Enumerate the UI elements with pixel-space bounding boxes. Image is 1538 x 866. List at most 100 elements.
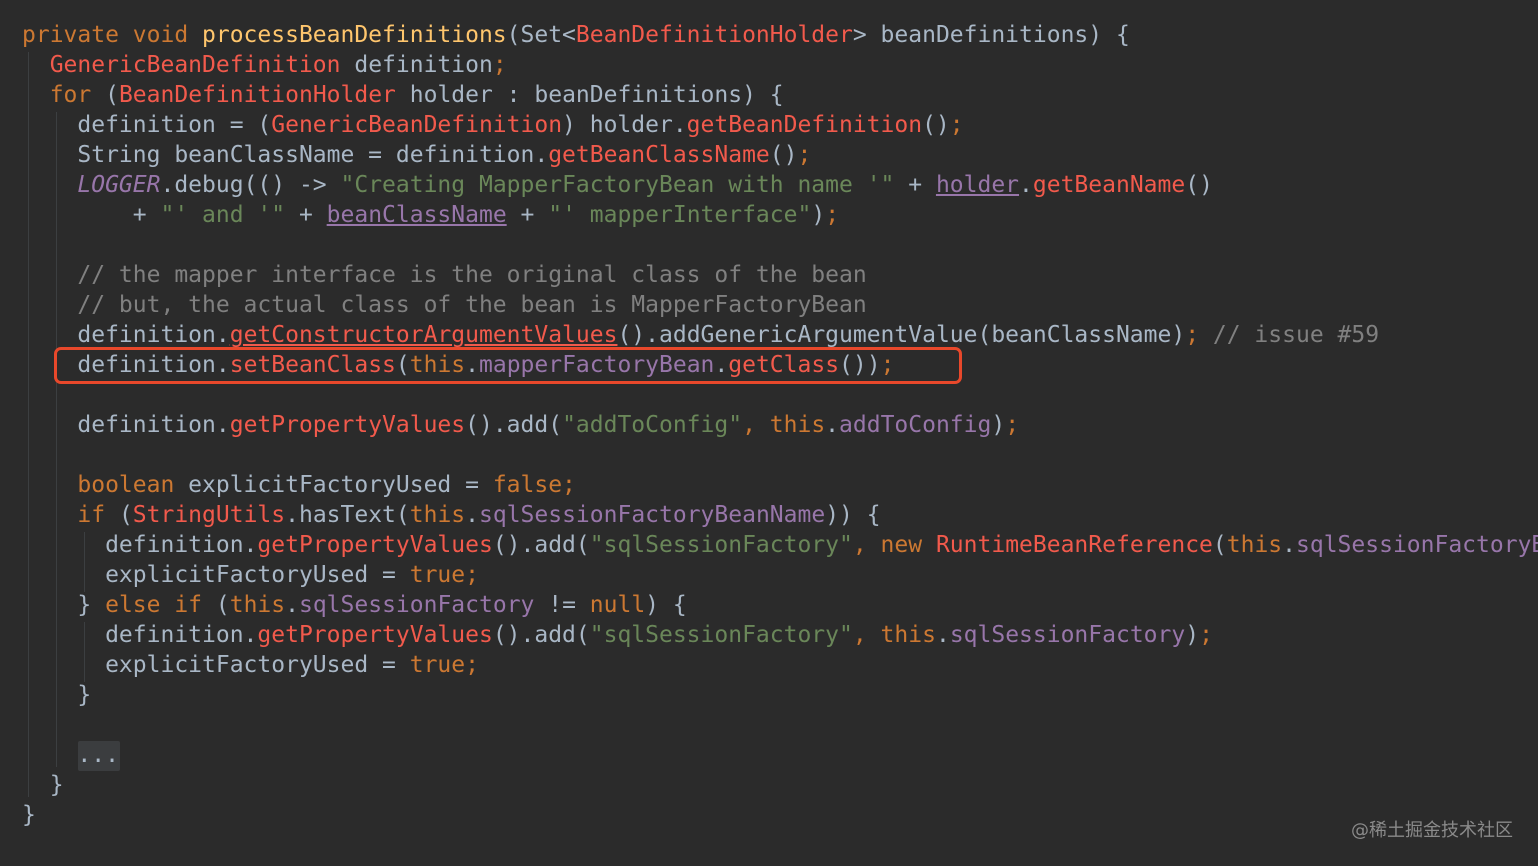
code-token: , this xyxy=(742,412,826,438)
code-line: } xyxy=(22,770,64,800)
code-token: getPropertyValues xyxy=(257,622,493,648)
code-token: ) { xyxy=(645,592,687,618)
code-token: . xyxy=(1282,532,1297,558)
code-token: explicitFactoryUsed = xyxy=(22,652,410,678)
code-token: , this xyxy=(852,622,936,648)
code-token: "sqlSessionFactory" xyxy=(589,532,853,558)
code-token: BeanDefinitionHolder xyxy=(118,82,396,108)
code-token: sqlSessionFactory xyxy=(298,592,535,618)
code-token: } xyxy=(22,772,64,798)
code-token: // but, the actual class of the bean is … xyxy=(77,292,867,318)
code-token: holder : beanDefinitions) { xyxy=(395,82,784,108)
code-token: this xyxy=(1226,532,1283,558)
code-token: . xyxy=(935,622,950,648)
code-token: holder xyxy=(935,172,1020,198)
code-token: ; xyxy=(949,112,964,138)
code-token: getConstructorArgumentValues xyxy=(229,322,618,348)
code-line: for (BeanDefinitionHolder holder : beanD… xyxy=(22,80,784,110)
code-token: > beanDefinitions) { xyxy=(852,22,1130,48)
code-token: ( xyxy=(105,82,119,108)
code-token: "addToConfig" xyxy=(562,412,743,438)
code-token: "Creating MapperFactoryBean with name '" xyxy=(340,172,895,198)
code-token: LOGGER xyxy=(77,172,161,198)
code-line: GenericBeanDefinition definition; xyxy=(22,50,507,80)
code-token: private void xyxy=(22,22,203,48)
code-token: . xyxy=(465,502,479,528)
code-token: ) xyxy=(811,202,826,228)
code-token: "' mapperInterface" xyxy=(548,202,812,228)
code-token: true; xyxy=(409,652,479,678)
code-token: . xyxy=(285,592,299,618)
code-line: definition.getPropertyValues().add("sqlS… xyxy=(22,530,1538,560)
code-token: GenericBeanDefinition xyxy=(271,112,563,138)
code-token: else if xyxy=(105,592,216,618)
code-token: null xyxy=(589,592,646,618)
code-token: + xyxy=(22,202,161,228)
code-token: getBeanName xyxy=(1032,172,1186,198)
code-token: ( xyxy=(118,502,133,528)
code-token: definition = ( xyxy=(22,112,272,138)
code-token: getPropertyValues xyxy=(257,532,493,558)
code-token: RuntimeBeanReference xyxy=(935,532,1213,558)
code-line: definition = (GenericBeanDefinition) hol… xyxy=(22,110,964,140)
code-token: "' and '" xyxy=(160,202,286,228)
code-token: .hasText( xyxy=(285,502,410,528)
code-token: ; xyxy=(1199,622,1213,648)
code-token: ; xyxy=(492,52,507,78)
code-token: addToConfig xyxy=(839,412,992,438)
highlight-box xyxy=(54,347,962,384)
code-token: () xyxy=(769,142,798,168)
code-token: if xyxy=(77,502,119,528)
code-token: definition. xyxy=(22,412,230,438)
code-token: () xyxy=(922,112,950,138)
code-line: String beanClassName = definition.getBea… xyxy=(22,140,811,170)
code-line: boolean explicitFactoryUsed = false; xyxy=(22,470,576,500)
code-line: } xyxy=(22,680,91,710)
code-token: definition. xyxy=(22,532,258,558)
code-token: sqlSessionFactory xyxy=(949,622,1186,648)
code-line: // but, the actual class of the bean is … xyxy=(22,290,867,320)
code-token: definition. xyxy=(22,622,258,648)
code-token: ) xyxy=(991,412,1006,438)
code-token: sqlSessionFactoryBeanName xyxy=(1296,532,1538,558)
code-token: ... xyxy=(77,742,119,768)
code-line: LOGGER.debug(() -> "Creating MapperFacto… xyxy=(22,170,1213,200)
code-token: ().add( xyxy=(492,622,590,648)
code-token: String beanClassName = definition. xyxy=(22,142,549,168)
code-token: ().addGenericArgumentValue(beanClassName… xyxy=(617,322,1186,348)
code-token: )) { xyxy=(825,502,881,528)
code-token: // issue #59 xyxy=(1212,322,1380,348)
code-token: // the mapper interface is the original … xyxy=(77,262,867,288)
code-editor[interactable]: private void processBeanDefinitions(Set<… xyxy=(0,0,1538,866)
code-token: StringUtils xyxy=(132,502,286,528)
code-token: ; xyxy=(797,142,812,168)
code-token: explicitFactoryUsed = xyxy=(188,472,493,498)
code-token: getBeanClassName xyxy=(548,142,770,168)
code-line: ... xyxy=(22,740,119,770)
code-token: } xyxy=(22,802,36,828)
code-token: this xyxy=(409,502,466,528)
code-line: explicitFactoryUsed = true; xyxy=(22,650,479,680)
code-token: . xyxy=(825,412,840,438)
code-line: private void processBeanDefinitions(Set<… xyxy=(22,20,1130,50)
code-token: getBeanDefinition xyxy=(686,112,923,138)
code-token: } xyxy=(22,592,106,618)
code-token: ( xyxy=(215,592,230,618)
code-line: } xyxy=(22,800,36,830)
code-token: + xyxy=(506,202,549,228)
code-line: definition.getConstructorArgumentValues(… xyxy=(22,320,1379,350)
code-token: definition. xyxy=(22,322,230,348)
code-token: .debug(() -> xyxy=(160,172,341,198)
code-line: } else if (this.sqlSessionFactory != nul… xyxy=(22,590,687,620)
code-line: definition.getPropertyValues().add("addT… xyxy=(22,410,1019,440)
code-token: "sqlSessionFactory" xyxy=(589,622,853,648)
code-token: () xyxy=(1185,172,1213,198)
code-token: , new xyxy=(852,532,936,558)
code-token: definition xyxy=(340,52,493,78)
